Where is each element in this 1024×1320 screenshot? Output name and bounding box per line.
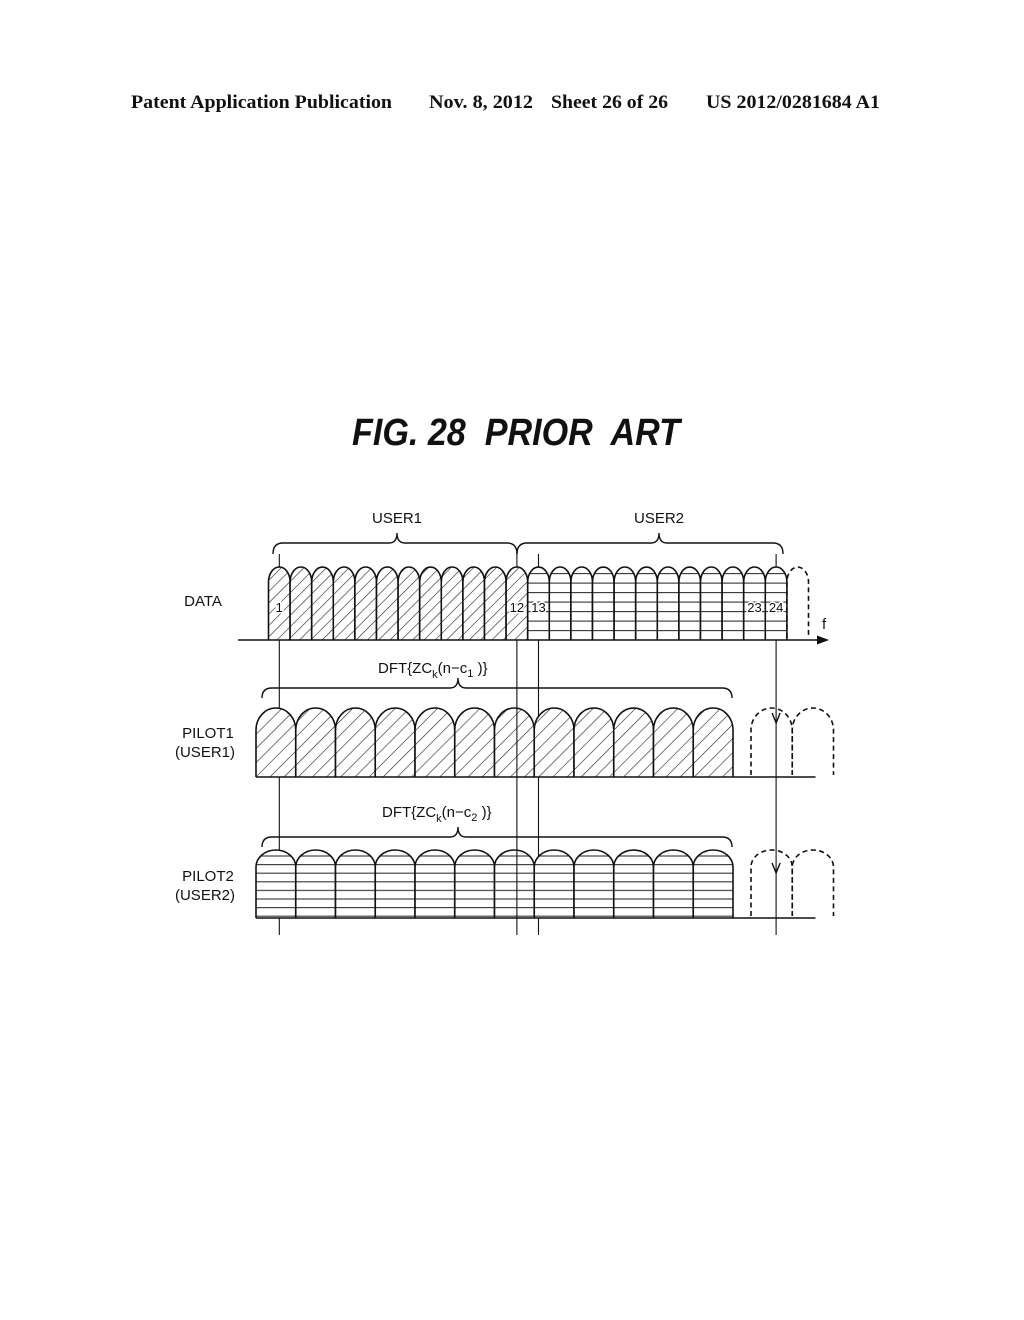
subcarrier-number: 23 [747, 600, 761, 615]
data-subcarrier-lobe [483, 566, 507, 640]
patent-sheet: Patent Application Publication Nov. 8, 2… [131, 93, 880, 935]
user2-brace-label: USER2 [634, 510, 684, 527]
user1-brace-label: USER1 [372, 510, 422, 527]
pilot1-subcarrier-lobe [414, 707, 456, 777]
pilot2-row-user-label: (USER2) [175, 887, 235, 904]
pilot1-formula: DFT{ZCk(n−c1 )} [378, 660, 488, 681]
data-subcarrier-lobe [332, 566, 356, 640]
data-subcarrier-lobe [440, 566, 464, 640]
data-subcarrier-lobe [397, 566, 421, 640]
pilot1-row [255, 707, 835, 778]
data-subcarrier-lobe [289, 566, 313, 640]
formula-middle: (n−c [442, 804, 472, 821]
data-subcarrier-lobe [656, 566, 680, 640]
pilot1-unused-subcarrier-lobe [750, 707, 794, 775]
subcarrier-number: 24 [769, 600, 783, 615]
data-subcarrier-lobe [591, 566, 615, 640]
data-subcarrier-lobe [699, 566, 723, 640]
publication-date: Nov. 8, 2012 [429, 93, 533, 113]
pilot2-subcarrier-lobe [493, 849, 536, 918]
data-subcarrier-lobe [721, 566, 745, 640]
pilot2-subcarrier-lobe [414, 849, 456, 918]
data-subcarrier-lobe [418, 566, 443, 640]
pilot2-row [255, 849, 835, 919]
pilot2-unused-subcarrier-lobe [791, 849, 835, 916]
pilot1-row-label: PILOT1 [182, 725, 234, 742]
data-subcarrier-lobe [613, 566, 637, 640]
data-subcarrier-lobe [375, 566, 399, 640]
subcarrier-number: 13 [531, 600, 545, 615]
pilot2-row-label: PILOT2 [182, 868, 234, 885]
pilot1-subcarrier-lobe [374, 707, 416, 777]
data-subcarrier-lobe [354, 566, 378, 640]
pilot1-brace [261, 677, 733, 699]
data-unused-subcarrier-lobe [786, 566, 810, 638]
frequency-axis-label: f [822, 616, 827, 633]
formula-suffix: )} [473, 660, 487, 677]
pilot1-row-user-label: (USER1) [175, 744, 235, 761]
data-subcarrier-lobe [570, 566, 594, 640]
pilot1-subcarrier-lobe [533, 707, 575, 777]
pilot2-brace [261, 826, 733, 848]
pilot1-subcarrier-lobe [612, 707, 655, 777]
pilot2-subcarrier-lobe [255, 849, 297, 918]
pilot1-subcarrier-lobe [692, 707, 734, 777]
publication-type: Patent Application Publication [131, 93, 393, 113]
pilot1-subcarrier-lobe [255, 707, 297, 777]
patent-number: US 2012/0281684 A1 [706, 93, 880, 113]
data-subcarrier-lobe [310, 566, 335, 640]
subcarrier-number: 12 [510, 600, 524, 615]
data-subcarrier-lobe [548, 566, 572, 640]
page-header: Patent Application Publication Nov. 8, 2… [131, 93, 880, 113]
figure-title: FIG. 28 PRIOR ART [352, 412, 682, 454]
pilot1-subcarrier-lobe [334, 707, 377, 777]
formula-prefix: DFT{ZC [378, 660, 432, 677]
formula-prefix: DFT{ZC [382, 804, 436, 821]
pilot2-subcarrier-lobe [294, 849, 337, 918]
data-subcarrier-lobe [678, 566, 702, 640]
frequency-axis-arrowhead-icon [817, 635, 829, 645]
sheet-number: Sheet 26 of 26 [551, 93, 668, 113]
pilot2-subcarrier-lobe [612, 849, 655, 918]
pilot2-subcarrier-lobe [652, 849, 695, 918]
pilot1-subcarrier-lobe [294, 707, 337, 777]
pilot2-subcarrier-lobe [334, 849, 377, 918]
formula-suffix: )} [477, 804, 491, 821]
pilot2-subcarrier-lobe [533, 849, 575, 918]
pilot2-subcarrier-lobe [573, 849, 615, 918]
pilot2-subcarrier-lobe [692, 849, 734, 918]
data-row-label: DATA [184, 593, 222, 610]
data-subcarrier-lobe [634, 566, 659, 640]
subcarrier-number: 1 [276, 600, 283, 615]
user1-brace [272, 532, 518, 555]
user2-brace [516, 532, 784, 555]
pilot1-unused-subcarrier-lobe [791, 707, 835, 775]
pilot1-subcarrier-lobe [493, 707, 536, 777]
pilot1-subcarrier-lobe [573, 707, 615, 777]
pilot1-subcarrier-lobe [652, 707, 695, 777]
pilot2-subcarrier-lobe [453, 849, 496, 918]
formula-middle: (n−c [438, 660, 468, 677]
pilot2-subcarrier-lobe [374, 849, 416, 918]
data-subcarrier-lobe [462, 566, 486, 640]
pilot1-subcarrier-lobe [453, 707, 496, 777]
pilot2-formula: DFT{ZCk(n−c2 )} [382, 804, 492, 825]
pilot2-unused-subcarrier-lobe [750, 849, 794, 916]
